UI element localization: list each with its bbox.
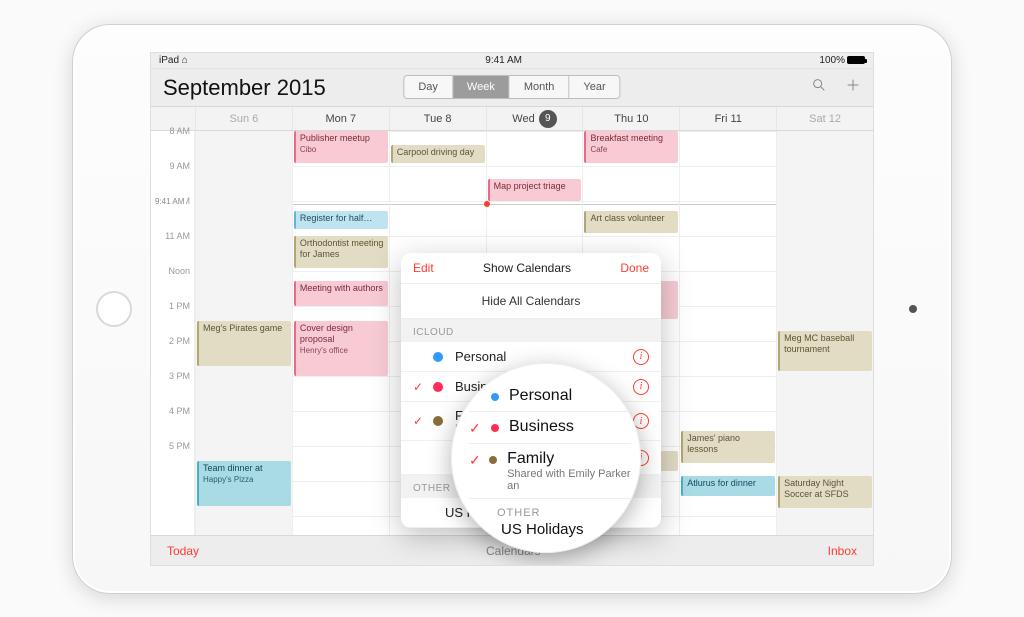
event[interactable]: Publisher meetupCibo: [294, 131, 388, 163]
view-segmented-control: Day Week Month Year: [403, 75, 620, 99]
col-mon: Publisher meetupCibo Register for half… …: [292, 131, 389, 551]
col-fri: James' piano lessons Atlurus for dinner: [679, 131, 776, 551]
day-tue[interactable]: Tue 8: [389, 107, 486, 130]
seg-year[interactable]: Year: [569, 76, 619, 98]
day-mon[interactable]: Mon 7: [292, 107, 389, 130]
search-icon[interactable]: [811, 77, 827, 98]
day-thu[interactable]: Thu 10: [582, 107, 679, 130]
ipad-device-frame: iPad ⌂ 9:41 AM 100% September 2015 Day W…: [72, 24, 952, 594]
status-bar: iPad ⌂ 9:41 AM 100%: [151, 53, 873, 69]
seg-month[interactable]: Month: [510, 76, 570, 98]
add-icon[interactable]: [845, 77, 861, 98]
home-button[interactable]: [96, 291, 132, 327]
status-time: 9:41 AM: [188, 55, 820, 66]
page-title: September 2015: [163, 75, 326, 101]
col-sun: Meg's Pirates game Team dinner atHappy's…: [195, 131, 292, 551]
section-icloud: ICLOUD: [401, 319, 661, 342]
screen: iPad ⌂ 9:41 AM 100% September 2015 Day W…: [150, 52, 874, 566]
magnifier-loupe: Personal ✓ Business ✓ FamilyShared with …: [451, 363, 641, 553]
col-sat: Meg MC baseball tournament Saturday Nigh…: [776, 131, 873, 551]
day-header-row: Sun 6 Mon 7 Tue 8 Wed9 Thu 10 Fri 11 Sat…: [151, 107, 873, 131]
battery-icon: [847, 56, 865, 64]
today-dot: 9: [539, 110, 557, 128]
event[interactable]: Map project triage: [488, 179, 582, 201]
popover-title: Show Calendars: [434, 261, 621, 275]
battery-label: 100%: [819, 55, 865, 66]
event[interactable]: Art class volunteer: [584, 211, 678, 233]
event[interactable]: Carpool driving day: [391, 145, 485, 163]
event[interactable]: Team dinner atHappy's Pizza: [197, 461, 291, 506]
carrier-label: iPad ⌂: [159, 55, 188, 66]
day-wed[interactable]: Wed9: [486, 107, 583, 130]
event[interactable]: Meeting with authors: [294, 281, 388, 306]
color-dot: [433, 352, 443, 362]
title-bar: September 2015 Day Week Month Year: [151, 69, 873, 107]
day-sun[interactable]: Sun 6: [195, 107, 292, 130]
inbox-button[interactable]: Inbox: [828, 544, 857, 558]
day-sat[interactable]: Sat 12: [776, 107, 873, 130]
today-button[interactable]: Today: [167, 544, 199, 558]
seg-week[interactable]: Week: [453, 76, 510, 98]
event[interactable]: Atlurus for dinner: [681, 476, 775, 496]
check-icon: ✓: [413, 380, 427, 394]
time-gutter: 8 AM9 AM10 AM 11 AMNoon1 PM 2 PM3 PM4 PM…: [151, 131, 195, 551]
event[interactable]: Orthodontist meeting for James: [294, 236, 388, 268]
hide-all-calendars[interactable]: Hide All Calendars: [401, 284, 661, 319]
info-icon[interactable]: i: [633, 349, 649, 365]
event[interactable]: Cover design proposalHenry's office: [294, 321, 388, 376]
event[interactable]: James' piano lessons: [681, 431, 775, 463]
color-dot: [433, 416, 443, 426]
seg-day[interactable]: Day: [404, 76, 453, 98]
color-dot: [433, 382, 443, 392]
event[interactable]: Meg's Pirates game: [197, 321, 291, 366]
front-camera: [909, 305, 917, 313]
event[interactable]: Meg MC baseball tournament: [778, 331, 872, 371]
check-icon: ✓: [413, 414, 427, 428]
event[interactable]: Saturday Night Soccer at SFDS: [778, 476, 872, 508]
now-indicator-label: 9:41 AM: [153, 197, 186, 206]
day-fri[interactable]: Fri 11: [679, 107, 776, 130]
info-icon[interactable]: i: [633, 379, 649, 395]
popover-done-button[interactable]: Done: [620, 261, 649, 275]
now-indicator-dot: [484, 201, 490, 207]
event[interactable]: Breakfast meetingCafe: [584, 131, 678, 163]
popover-edit-button[interactable]: Edit: [413, 261, 434, 275]
event[interactable]: Register for half…: [294, 211, 388, 229]
